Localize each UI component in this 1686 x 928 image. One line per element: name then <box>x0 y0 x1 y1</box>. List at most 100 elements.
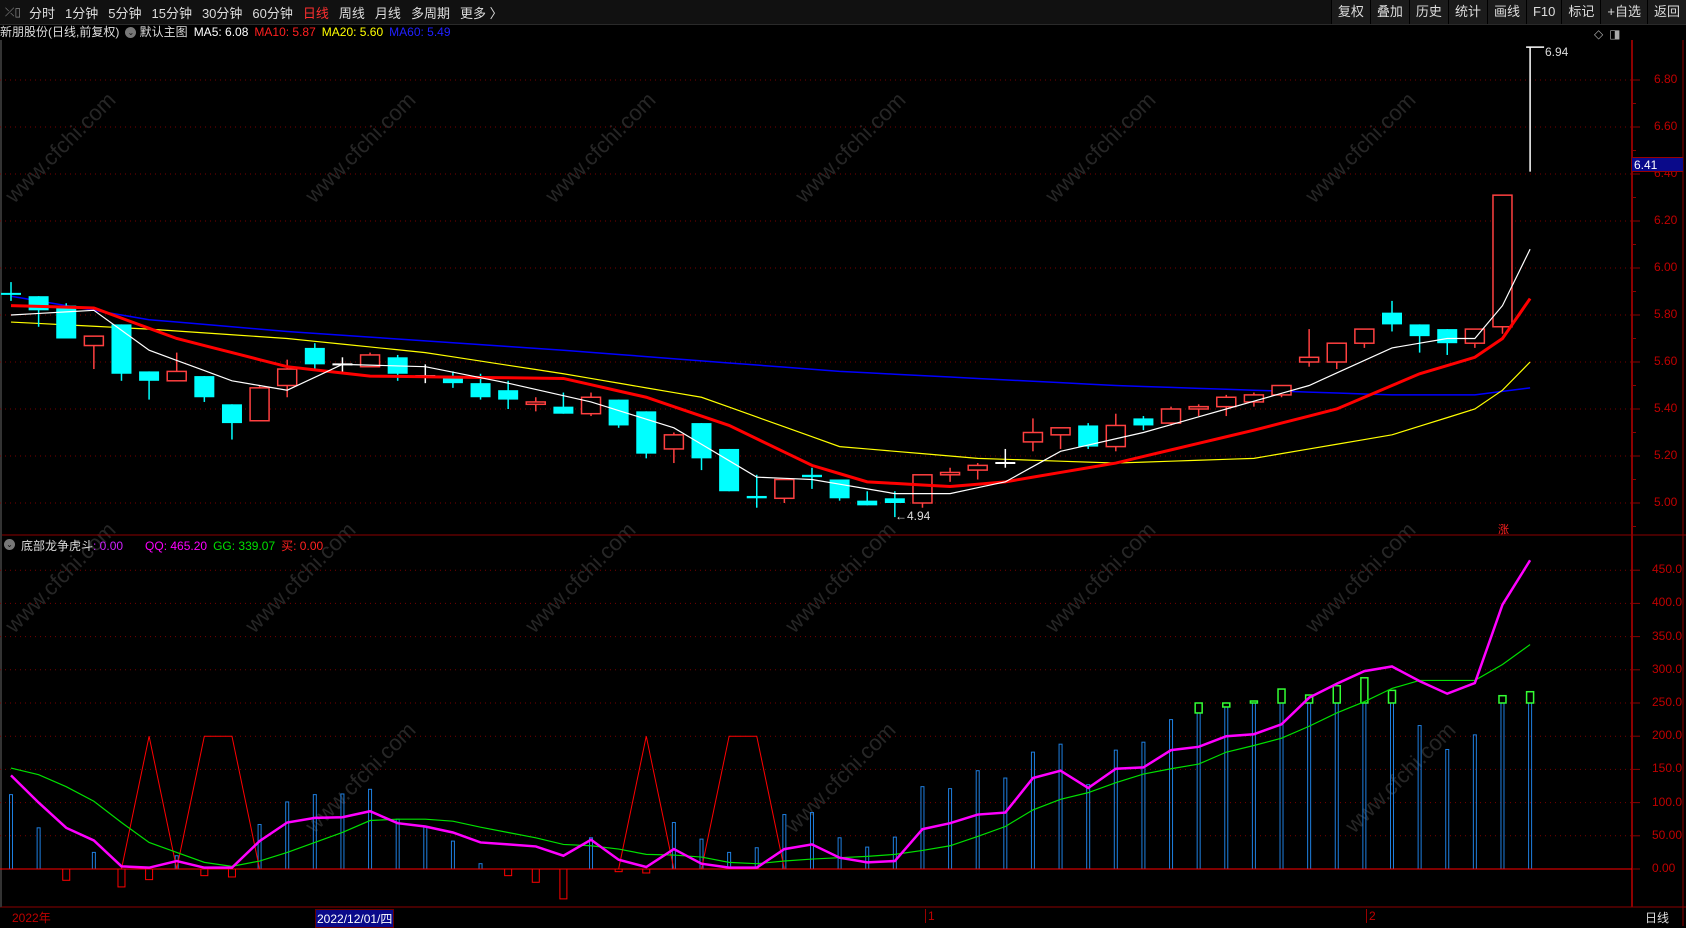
candle-body <box>525 401 547 406</box>
vv-bar <box>285 801 290 870</box>
candle-body <box>1133 418 1154 426</box>
vv-bar <box>1196 712 1201 870</box>
signal-box <box>1222 702 1231 708</box>
candle-body <box>1188 405 1209 410</box>
candle-body <box>967 464 988 471</box>
indicator-tick-label: 150.0 <box>1652 761 1683 776</box>
candle-body <box>1492 194 1513 328</box>
indicator-tick-label: 300.0 <box>1652 661 1683 676</box>
candle-body <box>304 347 325 365</box>
vv-negative-bar <box>504 868 513 877</box>
candle-body <box>636 411 657 454</box>
signal-box <box>1387 689 1397 704</box>
cursor-date-label: 2022/12/01/四 <box>315 909 395 928</box>
indicator-tick-label: 0.00 <box>1652 861 1676 875</box>
price-tick-label: 5.60 <box>1654 354 1678 368</box>
vv-bar <box>1141 741 1146 870</box>
vv-bar <box>948 788 953 870</box>
candle-body <box>442 378 463 384</box>
candle-body <box>1354 328 1375 344</box>
month-label-1: 1 <box>925 909 935 923</box>
vv-bar <box>1472 734 1477 870</box>
vv-bar <box>478 863 483 870</box>
vv-bar <box>1500 702 1505 870</box>
vv-bar <box>1334 702 1339 870</box>
price-tick-label: 5.80 <box>1654 307 1678 321</box>
gg-label: GG: 339.07 <box>213 539 276 553</box>
vv-bar <box>1058 743 1063 870</box>
vv-bar <box>892 836 897 870</box>
vv-bar <box>809 812 814 870</box>
vv-negative-bar <box>145 868 154 881</box>
time-axis: 2022年 2022/12/01/四 1 2 日线 <box>0 908 1686 928</box>
price-tick-label: 6.00 <box>1654 260 1678 274</box>
chevron-down-icon[interactable]: ⌄ <box>4 539 15 550</box>
candle-body <box>801 474 822 478</box>
indicator-value: : 0.00 <box>93 539 124 553</box>
vv-bar <box>1362 702 1367 870</box>
candle-body <box>1160 408 1182 424</box>
candle-body <box>1326 342 1348 363</box>
vv-negative-bar <box>227 868 236 878</box>
candle-body <box>111 324 132 374</box>
limit-up-mark: 涨 <box>1498 524 1509 536</box>
vv-bar <box>837 837 842 870</box>
ma60-line <box>10 295 1531 396</box>
candle-body <box>1298 356 1320 363</box>
signal-box <box>1498 694 1507 704</box>
qq-label: QQ: 465.20 <box>145 539 208 553</box>
candle-body <box>580 396 602 415</box>
period-label: 日线 <box>1645 911 1670 925</box>
candle-body <box>221 404 242 424</box>
signal-box <box>1249 700 1259 704</box>
signal-box <box>1360 677 1369 704</box>
vv-bar <box>91 851 96 870</box>
candle-body <box>1050 427 1071 436</box>
buy-label: 买: 0.00 <box>281 539 324 553</box>
vv-bar <box>450 840 455 870</box>
candle-body <box>857 500 878 506</box>
vv-bar <box>1390 702 1394 870</box>
year-label: 2022年 <box>12 911 51 925</box>
indicator-tick-label: 450.0 <box>1652 562 1683 577</box>
candle-body <box>194 376 215 398</box>
price-tick-label: 5.40 <box>1654 401 1678 415</box>
price-tick-label: 5.20 <box>1654 448 1678 462</box>
last-price-label: 6.41 <box>1632 157 1683 172</box>
candle-body <box>829 479 850 499</box>
vv-bar <box>36 827 41 870</box>
vv-bar <box>1445 748 1450 870</box>
indicator-tick-label: 400.0 <box>1652 595 1683 610</box>
price-tick-label: 5.00 <box>1654 495 1678 509</box>
month-label-2: 2 <box>1366 909 1376 923</box>
candle-body <box>139 371 160 381</box>
signal-box <box>1332 684 1342 704</box>
candle-body <box>719 448 740 492</box>
indicator-legend: ⌄ 底部龙争虎斗 : 0.00 QQ: 465.20 GG: 339.07 买:… <box>4 539 323 554</box>
vv-bar <box>1224 706 1229 870</box>
price-tick-label: 6.80 <box>1654 72 1678 86</box>
candle-body <box>1105 424 1127 448</box>
gg-line <box>10 644 1531 867</box>
vv-bar <box>589 837 594 870</box>
qq-line <box>10 559 1532 869</box>
signal-box <box>1277 688 1286 704</box>
indicator-tick-label: 100.0 <box>1652 794 1683 809</box>
ma5-line <box>10 248 1531 495</box>
vv-negative-bar <box>117 868 126 888</box>
vv-bar <box>312 794 317 870</box>
signal-box <box>1194 702 1203 714</box>
high-price-label: 6.94 <box>1545 45 1569 59</box>
kline-chart[interactable] <box>0 0 1686 926</box>
candle-body <box>1216 396 1237 408</box>
candle-body <box>774 478 795 500</box>
candle-body <box>56 305 77 339</box>
candle-body <box>1382 312 1402 325</box>
candle-body <box>498 390 519 400</box>
candle-body <box>553 406 574 414</box>
vv-bar <box>1169 719 1174 870</box>
signal-box <box>1525 690 1535 704</box>
candle-body <box>1437 329 1458 344</box>
candle-body <box>746 495 767 499</box>
candle-body <box>470 383 491 398</box>
